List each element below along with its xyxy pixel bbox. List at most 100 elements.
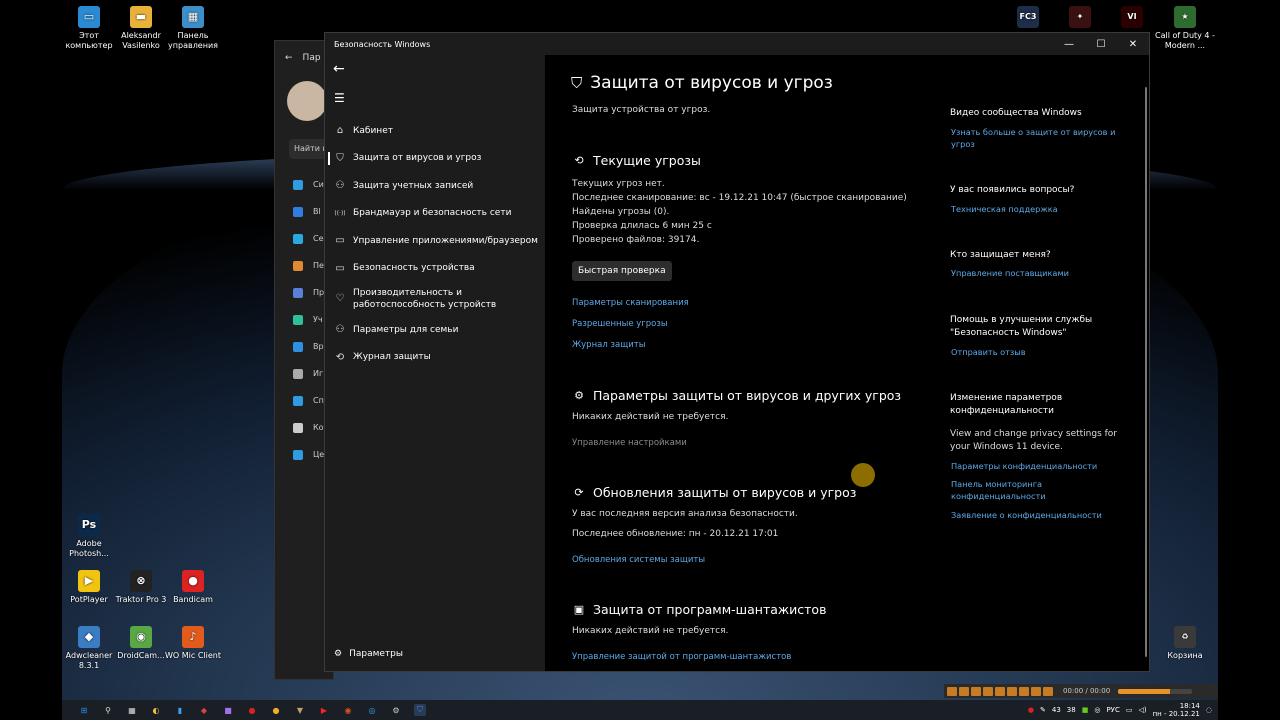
updates-line: У вас последняя версия анализа безопасно… <box>572 509 798 519</box>
player-time: 00:00 / 00:00 <box>1063 687 1111 695</box>
minimize-button[interactable]: — <box>1053 33 1085 55</box>
sidebar-item-account-protection[interactable]: ⚇ Защита учетных записей <box>325 172 545 200</box>
desktop-icon[interactable]: ● Bandicam <box>163 570 223 605</box>
player-button[interactable] <box>995 686 1005 696</box>
network-icon[interactable]: ◎ <box>1094 706 1100 714</box>
desktop-icon-label: DroidCam... <box>117 651 165 660</box>
desktop-icon[interactable]: ⊗ Traktor Pro 3 <box>111 570 171 605</box>
support-link[interactable]: Техническая поддержка <box>951 203 1121 215</box>
desktop-icon[interactable]: FC3 <box>998 6 1058 31</box>
taskbar-app-icon[interactable]: ◆ <box>198 704 210 716</box>
close-button[interactable]: ✕ <box>1117 33 1149 55</box>
ransomware-manage-link[interactable]: Управление защитой от программ-шантажист… <box>572 652 791 662</box>
sidebar-item-virus-protection[interactable]: ⛉ Защита от вирусов и угроз <box>325 145 545 173</box>
settings-nav-icon <box>293 314 303 325</box>
settings-nav-label: Ко <box>313 423 324 432</box>
clock[interactable]: 18:14 пн - 20.12.21 <box>1153 702 1200 718</box>
privacy-statement-link[interactable]: Заявление о конфиденциальности <box>951 509 1121 521</box>
taskbar-app-icon[interactable]: ■ <box>222 704 234 716</box>
taskbar-app-icon[interactable]: ◎ <box>366 704 378 716</box>
sidebar-item-protection-history[interactable]: ⟲ Журнал защиты <box>325 344 545 372</box>
player-button[interactable] <box>959 686 969 696</box>
player-button[interactable] <box>1019 686 1029 696</box>
desktop-icon[interactable]: ♪ WO Mic Client <box>163 626 223 661</box>
sidebar-item-family-options[interactable]: ⚇ Параметры для семьи <box>325 316 545 344</box>
allowed-threats-link[interactable]: Разрешенные угрозы <box>572 319 668 329</box>
desktop-icon[interactable]: ✦ <box>1050 6 1110 31</box>
player-button[interactable] <box>1043 686 1053 696</box>
taskbar-app-icon[interactable]: ▶ <box>318 704 330 716</box>
settings-nav-label: Се <box>313 234 324 243</box>
scan-options-link[interactable]: Параметры сканирования <box>572 298 689 308</box>
volume-icon[interactable]: ◁) <box>1138 706 1146 714</box>
desktop-icon[interactable]: ★ Call of Duty 4 - Modern ... <box>1155 6 1215 51</box>
privacy-dashboard-link[interactable]: Панель мониторинга конфиденциальности <box>951 478 1121 502</box>
sidebar-item-firewall[interactable]: ((·)) Брандмауэр и безопасность сети <box>325 200 545 228</box>
player-button[interactable] <box>1007 686 1017 696</box>
sidebar-item-device-security[interactable]: ▭ Безопасность устройства <box>325 255 545 283</box>
taskbar-app-icon[interactable]: ▼ <box>294 704 306 716</box>
settings-search-input[interactable]: Найти п <box>289 139 329 159</box>
player-button[interactable] <box>947 686 957 696</box>
desktop-icon[interactable]: ▭ Этот компьютер <box>59 6 119 51</box>
desktop-icon[interactable]: ▦ Панель управления <box>163 6 223 51</box>
notifications-icon[interactable]: ◌ <box>1206 706 1212 714</box>
back-arrow-icon[interactable]: ← <box>333 61 345 77</box>
language-indicator[interactable]: РУС <box>1106 706 1119 714</box>
desktop-icon[interactable]: ▶ PotPlayer <box>59 570 119 605</box>
desktop-icon[interactable]: ♻ Корзина <box>1155 626 1215 661</box>
device-security-icon: ▭ <box>335 262 345 274</box>
sidebar-item-settings[interactable]: ⚙ Параметры <box>334 649 403 659</box>
app-icon: ▬ <box>130 6 152 28</box>
threats-line: Проверено файлов: 39174. <box>572 235 700 245</box>
taskbar-app-icon[interactable]: ⛉ <box>414 704 426 716</box>
player-button[interactable] <box>983 686 993 696</box>
desktop-icon[interactable]: Ps Adobe Photosh... <box>59 514 119 559</box>
pen-icon[interactable]: ✎ <box>1040 706 1046 714</box>
taskbar-app-icon[interactable]: ▦ <box>126 704 138 716</box>
taskbar-app-icon[interactable]: ⚲ <box>102 704 114 716</box>
sidebar-item-label: Кабинет <box>353 125 393 136</box>
community-link[interactable]: Узнать больше о защите от вирусов и угро… <box>951 126 1121 150</box>
record-icon[interactable]: ● <box>1028 706 1034 714</box>
taskbar-app-icon[interactable]: ⊞ <box>78 704 90 716</box>
taskbar-app-icon[interactable]: ◐ <box>150 704 162 716</box>
avatar[interactable] <box>287 81 327 121</box>
protection-history-link[interactable]: Журнал защиты <box>572 340 645 350</box>
clock-time: 18:14 <box>1179 702 1200 710</box>
settings-nav-icon <box>293 449 303 460</box>
player-button[interactable] <box>1031 686 1041 696</box>
desktop-icon[interactable]: ◉ DroidCam... <box>111 626 171 661</box>
quick-scan-button[interactable]: Быстрая проверка <box>572 261 672 281</box>
device-performance-icon: ♡ <box>335 293 345 304</box>
scrollbar[interactable] <box>1145 87 1147 657</box>
sidebar-item-app-browser-control[interactable]: ▭ Управление приложениями/браузером <box>325 227 545 255</box>
sidebar-item-device-performance[interactable]: ♡ Производительность и работоспособность … <box>325 282 545 316</box>
desktop-icon[interactable]: ▬ Aleksandr Vasilenko <box>111 6 171 51</box>
taskbar-app-icon[interactable]: ▮ <box>174 704 186 716</box>
window-title: Безопасность Windows <box>334 39 431 49</box>
taskbar-app-icon[interactable]: ⚙ <box>390 704 402 716</box>
taskbar-app-icon[interactable]: ● <box>270 704 282 716</box>
manage-settings-link[interactable]: Управление настройками <box>572 438 687 448</box>
desktop-icon[interactable]: ◆ Adwcleaner 8.3.1 <box>59 626 119 671</box>
display-icon[interactable]: ▭ <box>1126 706 1133 714</box>
sidebar-item-home[interactable]: ⌂ Кабинет <box>325 117 545 145</box>
feedback-link[interactable]: Отправить отзыв <box>951 346 1121 358</box>
app-icon: ◆ <box>78 626 100 648</box>
nvidia-icon[interactable]: ■ <box>1082 706 1089 714</box>
taskbar-app-icon[interactable]: ● <box>246 704 258 716</box>
providers-link[interactable]: Управление поставщиками <box>951 267 1121 279</box>
player-volume[interactable] <box>1118 688 1193 694</box>
back-arrow-icon[interactable]: ← <box>285 53 293 63</box>
media-player-bar[interactable]: 00:00 / 00:00 <box>944 684 1218 698</box>
maximize-button[interactable]: ☐ <box>1085 33 1117 55</box>
titlebar[interactable]: Безопасность Windows — ☐ ✕ <box>325 33 1149 55</box>
windows-security-window: Безопасность Windows — ☐ ✕ ← ☰ ⌂ Кабинет ⛉… <box>324 32 1150 672</box>
settings-status: Никаких действий не требуется. <box>572 412 729 422</box>
privacy-settings-link[interactable]: Параметры конфиденциальности <box>951 460 1121 472</box>
taskbar-app-icon[interactable]: ◉ <box>342 704 354 716</box>
protection-updates-link[interactable]: Обновления системы защиты <box>572 555 705 565</box>
player-button[interactable] <box>971 686 981 696</box>
hamburger-menu-icon[interactable]: ☰ <box>334 91 345 105</box>
